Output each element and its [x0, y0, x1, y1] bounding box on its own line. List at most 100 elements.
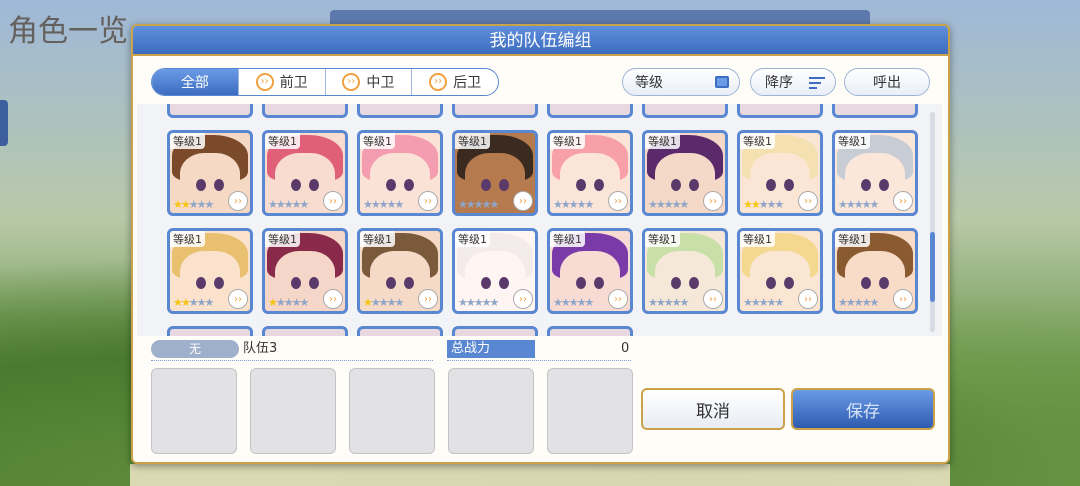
sort-order-button[interactable]: 降序 — [750, 68, 836, 96]
star-icon: ★ — [283, 198, 294, 211]
character-eye — [196, 179, 206, 191]
character-card[interactable]: 等级1 ★★★★★ ›› — [832, 130, 918, 216]
character-eye — [594, 277, 604, 289]
character-card[interactable]: 等级1 ★★★★★ ›› — [262, 130, 348, 216]
character-card[interactable]: 等级1 ★★★★★ ›› — [547, 130, 633, 216]
character-level: 等级1 — [740, 133, 775, 149]
character-eye — [309, 179, 319, 191]
character-eye — [291, 179, 301, 191]
star-rating: ★★★★★ — [838, 296, 879, 309]
character-level: 等级1 — [455, 231, 490, 247]
character-level: 等级1 — [170, 133, 205, 149]
star-icon: ★ — [766, 198, 777, 211]
character-eye — [481, 277, 491, 289]
star-icon: ★ — [679, 296, 690, 309]
character-eye — [671, 277, 681, 289]
character-eye — [689, 277, 699, 289]
star-icon: ★ — [291, 198, 302, 211]
character-card[interactable]: 等级1 ★★★★★ ›› — [737, 228, 823, 314]
filter-tab-middle[interactable]: ›› 中卫 — [324, 69, 412, 95]
star-rating: ★★★★★ — [553, 198, 595, 211]
role-filter-bar: 全部 ›› 前卫 ›› 中卫 ›› 后卫 — [151, 68, 499, 96]
character-card-partial[interactable] — [167, 326, 253, 336]
scroll-thumb[interactable] — [930, 232, 935, 302]
character-eye — [784, 179, 794, 191]
background-side-tab — [0, 100, 8, 146]
character-card[interactable]: 等级1 ★★★★★ ›› — [167, 130, 253, 216]
star-icon: ★ — [275, 296, 286, 309]
star-icon: ★ — [481, 296, 492, 309]
star-rating: ★★★★★ — [363, 198, 405, 211]
sort-order-label: 降序 — [765, 75, 793, 91]
character-card[interactable]: 等级1 ★★★★★ ›› — [262, 228, 348, 314]
sort-by-button[interactable]: 等级 — [622, 68, 740, 96]
character-card[interactable]: 等级1 ★★★★★ ›› — [357, 228, 443, 314]
filter-tab-front[interactable]: ›› 前卫 — [237, 69, 325, 95]
character-card-partial[interactable] — [642, 104, 728, 118]
character-eye — [671, 179, 681, 191]
character-card[interactable]: 等级1 ★★★★★ ›› — [357, 130, 443, 216]
character-card[interactable]: 等级1 ★★★★★ ›› — [832, 228, 918, 314]
character-card-partial[interactable] — [262, 326, 348, 336]
save-button[interactable]: 保存 — [791, 388, 935, 430]
grid-scrollbar[interactable] — [930, 112, 935, 332]
cancel-label: 取消 — [696, 401, 730, 422]
star-icon: ★ — [648, 198, 658, 211]
character-eye — [386, 179, 396, 191]
star-icon: ★ — [458, 296, 468, 309]
filter-tab-label: 全部 — [180, 75, 209, 91]
character-card-partial[interactable] — [547, 326, 633, 336]
filter-tab-back[interactable]: ›› 后卫 — [411, 69, 498, 95]
character-card[interactable]: 等级1 ★★★★★ ›› — [737, 130, 823, 216]
character-card[interactable]: 等级1 ★★★★★ ›› — [167, 228, 253, 314]
character-card[interactable]: 等级1 ★★★★★ ›› — [452, 130, 538, 216]
character-level: 等级1 — [550, 231, 585, 247]
character-card-partial[interactable] — [547, 104, 633, 118]
star-icon: ★ — [268, 296, 278, 309]
character-level: 等级1 — [360, 231, 395, 247]
star-icon: ★ — [853, 296, 864, 309]
character-card-partial[interactable] — [737, 104, 823, 118]
character-card[interactable]: 等级1 ★★★★★ ›› — [642, 130, 728, 216]
character-card-partial[interactable] — [167, 104, 253, 118]
star-icon: ★ — [458, 198, 468, 211]
role-chevron-icon: ›› — [798, 289, 818, 309]
role-chevron-icon: ›› — [418, 289, 438, 309]
character-card[interactable]: 等级1 ★★★★★ ›› — [547, 228, 633, 314]
star-icon: ★ — [553, 198, 563, 211]
star-icon: ★ — [750, 198, 761, 211]
star-icon: ★ — [173, 296, 183, 309]
dialog-title: 我的队伍编组 — [133, 26, 948, 56]
team-slot-1[interactable] — [151, 368, 237, 454]
cancel-button[interactable]: 取消 — [641, 388, 785, 430]
star-icon: ★ — [663, 198, 674, 211]
star-icon: ★ — [743, 296, 753, 309]
team-slot-4[interactable] — [448, 368, 534, 454]
character-card-partial[interactable] — [262, 104, 348, 118]
star-icon: ★ — [584, 296, 595, 309]
star-icon: ★ — [268, 198, 278, 211]
character-card[interactable]: 等级1 ★★★★★ ›› — [642, 228, 728, 314]
character-card[interactable]: 等级1 ★★★★★ ›› — [452, 228, 538, 314]
character-level: 等级1 — [265, 231, 300, 247]
team-slot-2[interactable] — [250, 368, 336, 454]
character-eye — [879, 277, 889, 289]
star-icon: ★ — [489, 296, 500, 309]
character-eye — [499, 277, 509, 289]
team-slot-3[interactable] — [349, 368, 435, 454]
team-slot-5[interactable] — [547, 368, 633, 454]
star-icon: ★ — [766, 296, 777, 309]
star-icon: ★ — [568, 296, 579, 309]
character-card-partial[interactable] — [357, 326, 443, 336]
call-button[interactable]: 呼出 — [844, 68, 930, 96]
team-tag: 无 — [151, 340, 239, 358]
star-icon: ★ — [394, 198, 405, 211]
character-card-partial[interactable] — [452, 326, 538, 336]
character-card-partial[interactable] — [832, 104, 918, 118]
character-card-partial[interactable] — [452, 104, 538, 118]
star-icon: ★ — [584, 198, 595, 211]
star-icon: ★ — [758, 296, 769, 309]
character-card-partial[interactable] — [357, 104, 443, 118]
filter-tab-all[interactable]: 全部 — [152, 69, 238, 95]
star-rating: ★★★★★ — [458, 198, 499, 211]
